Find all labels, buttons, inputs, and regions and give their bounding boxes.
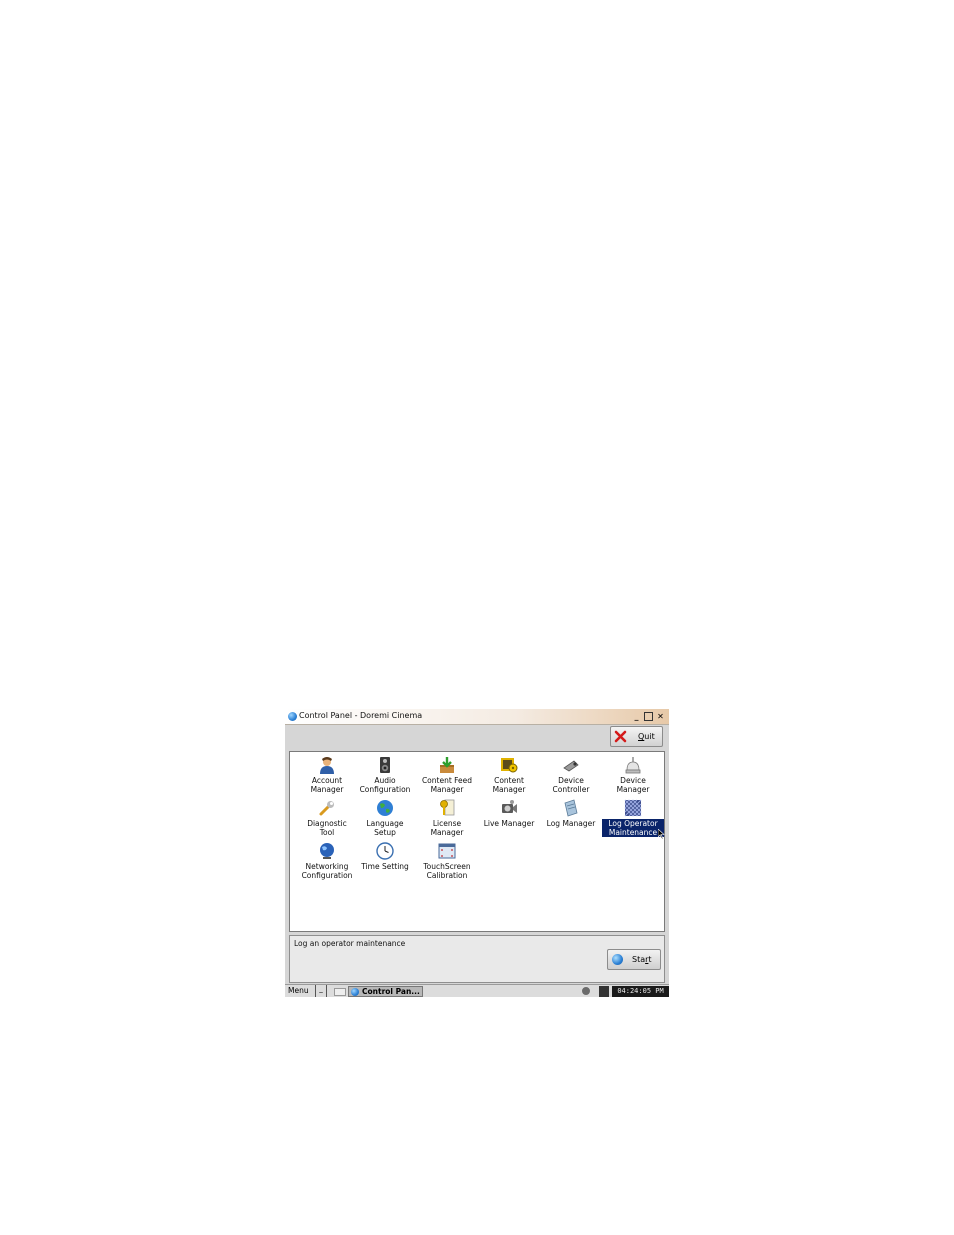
menu-button[interactable]: Menu: [288, 986, 309, 995]
doremi-logo-icon: [288, 712, 297, 721]
download-box-icon: [440, 757, 454, 773]
network-globe-icon: [320, 843, 334, 859]
applications-panel: Account Manager Audio Configuration Cont…: [289, 751, 665, 932]
start-icon: [612, 954, 623, 965]
start-button[interactable]: Start: [607, 949, 661, 970]
close-button[interactable]: ✕: [656, 712, 665, 721]
app-language-setup[interactable]: Language Setup: [354, 799, 416, 837]
camera-icon: [502, 800, 517, 813]
window-title-bar[interactable]: Control Panel - Doremi Cinema _ ✕: [285, 709, 669, 725]
app-content-feed-manager[interactable]: Content Feed Manager: [416, 756, 478, 794]
mouse-cursor-icon: [658, 829, 665, 839]
app-device-controller[interactable]: Device Controller: [540, 756, 602, 794]
app-diagnostic-tool[interactable]: Diagnostic Tool: [296, 799, 358, 837]
touchscreen-icon: [438, 843, 456, 859]
taskbar-item-control-panel[interactable]: Control Pan...: [348, 986, 423, 997]
taskbar: Menu _ Control Pan... 04:24:05 PM: [285, 984, 669, 997]
quit-label: Quit: [638, 732, 655, 741]
clock-icon: [376, 842, 394, 860]
description-text: Log an operator maintenance: [294, 939, 406, 948]
app-live-manager[interactable]: Live Manager: [478, 799, 540, 828]
control-panel-screen: Control Panel - Doremi Cinema _ ✕ Quit A…: [285, 709, 669, 997]
app-touchscreen-calibration[interactable]: TouchScreen Calibration: [416, 842, 478, 880]
start-label: Start: [632, 955, 652, 964]
device-icon: [625, 757, 641, 774]
taskbar-item-label: Control Pan...: [362, 987, 420, 996]
app-log-operator-maintenance[interactable]: Log Operator Maintenance: [602, 799, 664, 837]
tray-indicator: [599, 986, 609, 997]
window-title: Control Panel - Doremi Cinema: [299, 711, 423, 720]
key-icon: [440, 799, 455, 816]
maximize-button[interactable]: [644, 712, 653, 721]
quit-button[interactable]: Quit: [610, 726, 663, 747]
app-license-manager[interactable]: License Manager: [416, 799, 478, 837]
app-content-manager[interactable]: Content Manager: [478, 756, 540, 794]
app-log-manager[interactable]: Log Manager: [540, 799, 602, 828]
tray-status-icon[interactable]: [581, 986, 591, 996]
app-time-setting[interactable]: Time Setting: [354, 842, 416, 871]
maintenance-icon: [624, 799, 642, 817]
log-icon: [564, 799, 578, 817]
minimize-button[interactable]: _: [632, 712, 641, 721]
app-device-manager[interactable]: Device Manager: [602, 756, 664, 794]
window-list-icon[interactable]: [334, 988, 346, 996]
film-reel-icon: [501, 758, 518, 773]
description-panel: Log an operator maintenance Start: [289, 935, 665, 983]
wrench-icon: [319, 801, 334, 816]
show-desktop-button[interactable]: _: [315, 985, 327, 997]
user-icon: [320, 757, 334, 774]
clock: 04:24:05 PM: [612, 986, 669, 997]
globe-icon: [377, 800, 393, 816]
speaker-icon: [380, 757, 390, 773]
app-account-manager[interactable]: Account Manager: [296, 756, 358, 794]
red-x-icon: [614, 730, 627, 743]
projector-icon: [563, 760, 579, 772]
app-networking-configuration[interactable]: Networking Configuration: [296, 842, 358, 880]
doremi-logo-icon: [351, 988, 359, 996]
app-audio-configuration[interactable]: Audio Configuration: [354, 756, 416, 794]
